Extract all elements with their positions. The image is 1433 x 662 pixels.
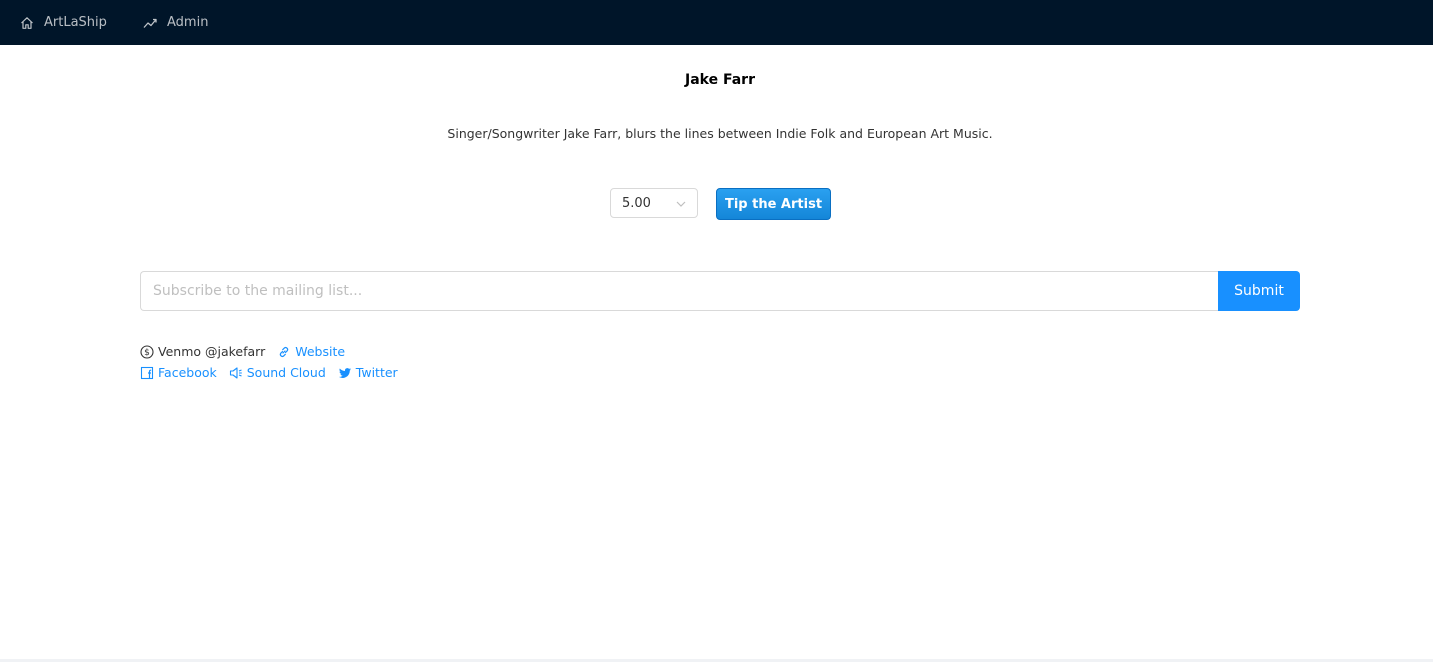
twitter-label: Twitter [355,365,398,380]
top-navigation-bar: ArtLaShip Admin [0,0,1433,45]
links-row-2: Facebook Sound Cloud Twitter [140,365,410,380]
tip-amount-value: 5.00 [622,195,651,211]
dollar-circle-icon: $ [140,344,154,359]
venmo-label: Venmo @jakefarr [158,344,266,359]
mailing-list-input[interactable] [140,271,1218,311]
link-icon [277,345,291,359]
twitter-link[interactable]: Twitter [338,365,398,380]
submit-button[interactable]: Submit [1218,271,1300,311]
sound-icon [229,366,243,380]
venmo-info: $ Venmo @jakefarr [140,344,265,359]
soundcloud-link[interactable]: Sound Cloud [229,365,326,380]
soundcloud-label: Sound Cloud [246,365,326,380]
tip-artist-button[interactable]: Tip the Artist [716,188,831,220]
home-icon [20,16,34,30]
artist-description: Singer/Songwriter Jake Farr, blurs the l… [447,126,993,141]
nav-home[interactable]: ArtLaShip [20,0,107,45]
website-link[interactable]: Website [277,344,345,359]
nav-home-label: ArtLaShip [44,15,107,30]
facebook-link[interactable]: Facebook [140,365,217,380]
nav-admin[interactable]: Admin [143,0,208,45]
links-row-1: $ Venmo @jakefarr Website [140,344,357,359]
line-chart-icon [143,16,157,30]
chevron-down-icon [675,198,687,210]
facebook-icon [140,366,154,380]
twitter-icon [338,366,352,380]
nav-admin-label: Admin [167,15,209,30]
tip-amount-select[interactable]: 5.00 [610,188,698,218]
website-label: Website [295,344,346,359]
artist-name: Jake Farr [685,72,755,88]
svg-text:$: $ [144,348,150,358]
facebook-label: Facebook [158,365,217,380]
